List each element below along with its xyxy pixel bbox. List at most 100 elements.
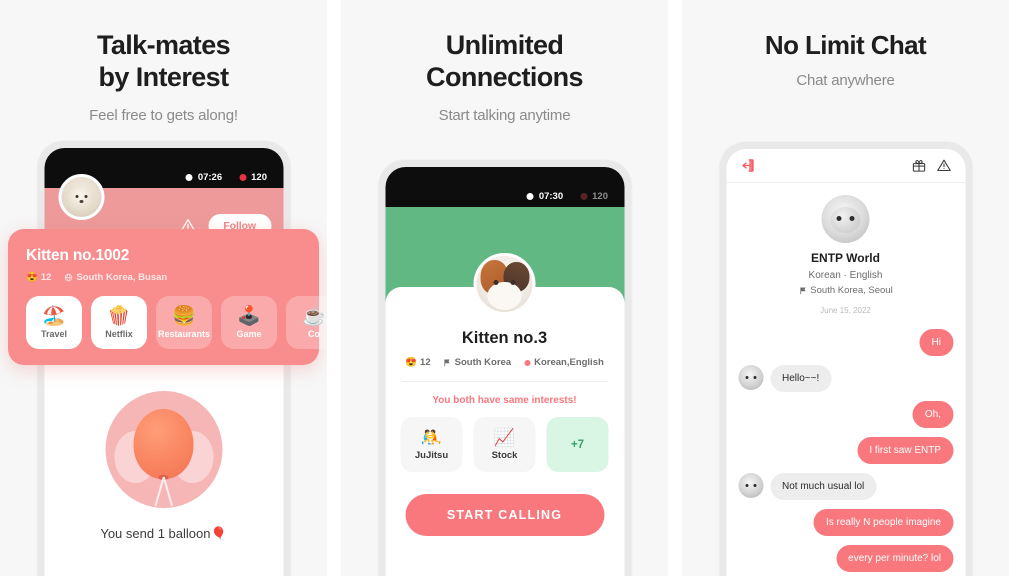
balloon-string-a [154,476,165,507]
store-screenshot-gallery: Talk-mates by Interest Feel free to gets… [0,0,1024,576]
smiley-emoji-icon: 😍 [405,357,418,368]
chat-message-row: Oh, [738,401,953,428]
cat-face-shape [830,206,861,233]
panel-2-title: Unlimited Connections [341,30,668,94]
cat-eye-left [493,279,499,285]
avatar [473,253,536,315]
panel-2-heading: Unlimited Connections Start talking anyt… [341,0,668,124]
panel-3-heading: No Limit Chat Chat anywhere [682,0,1009,89]
same-interests-note: You both have same interests! [432,395,577,406]
chat-header-actions [911,158,951,173]
exit-door-icon[interactable] [740,158,755,173]
gift-icon[interactable] [911,158,926,173]
interest-chip-netflix[interactable]: 🍿 Netflix [91,296,147,349]
chat-partner-location-value: South Korea, Seoul [810,285,893,296]
avatar [821,195,870,243]
warning-triangle-icon[interactable] [936,158,951,173]
match-languages-value: Korean,English [534,357,604,368]
shared-interest-more[interactable]: +7 [546,417,609,472]
dog-face-shape [68,186,94,211]
chat-partner-location: South Korea, Seoul [726,285,965,296]
avatar [738,473,763,498]
status-time-group-1: 07:26 [185,172,222,183]
match-meta: 😍 12 South Korea Korean,English [385,357,624,368]
panel-3-title-line1: No Limit Chat [764,30,927,60]
popcorn-emoji-icon: 🍿 [107,305,131,327]
balloon-section: You send 1 balloon🎈 [37,391,290,542]
panel-divider-1 [327,0,341,576]
flag-icon [444,358,450,367]
panel-3-subtitle: Chat anywhere [796,71,895,89]
cat-eye-right [753,376,756,379]
point-dot-icon [580,193,588,200]
chat-message-row: Hi [738,329,953,356]
phone-mockup-2: 07:30 120 Kitten no.3 😍 12 South Korea K… [378,160,631,576]
chat-bubble-incoming[interactable]: Not much usual lol [770,473,877,500]
balloon-string-b [162,476,173,507]
globe-icon [65,273,73,282]
status-count-2: 120 [592,191,608,202]
panel-1-subtitle: Feel free to gets along! [89,106,238,124]
chat-partner-languages: Korean · English [808,270,883,281]
profile-age-value: 12 [40,272,52,283]
chat-bubble-outgoing[interactable]: Oh, [912,401,953,428]
interest-chip-game[interactable]: 🕹️ Game [221,296,277,349]
phone-screen-3: ENTP World Korean · English South Korea,… [726,149,965,576]
chat-partner-profile: ENTP World Korean · English South Korea,… [726,183,965,323]
burger-emoji-icon: 🍔 [172,305,196,327]
chat-message-row: Is really N people imagine [738,509,953,536]
chat-partner-name: ENTP World [811,251,880,265]
shared-interest-more-count: +7 [570,438,585,451]
chat-bubble-incoming[interactable]: Hello~~! [770,365,832,392]
panel-1-heading: Talk-mates by Interest Feel free to gets… [0,0,327,124]
profile-meta: 😍 12 South Korea, Busan [26,272,319,283]
balloon-emoji-icon: 🎈 [210,526,227,541]
match-age-value: 12 [420,357,431,368]
avatar [738,365,763,390]
match-age: 😍 12 [405,357,430,368]
smiley-emoji-icon: 😍 [26,272,38,283]
match-country-value: South Korea [454,357,512,368]
avatar [58,174,104,220]
shared-interest-stock[interactable]: 📈 Stock [473,417,536,472]
interest-chip-restaurants[interactable]: 🍔 Restaurants [156,296,212,349]
interest-chip-label: Game [236,328,262,339]
interest-chip-label: Co [308,328,320,339]
interest-chip-label: Restaurants [157,328,211,339]
shared-interest-list: 🤼 JuJitsu 📈 Stock +7 [385,417,624,472]
chat-bubble-outgoing[interactable]: Hi [919,329,953,356]
chat-message-row: Not much usual lol [738,473,953,500]
screenshot-panel-2: Unlimited Connections Start talking anyt… [341,0,668,576]
interest-chip-coffee[interactable]: ☕ Co [286,296,327,349]
cat-muzzle [487,281,522,310]
point-dot-icon [239,174,247,181]
panel-1-title: Talk-mates by Interest [0,30,327,94]
interest-chip-list: 🏖️ Travel 🍿 Netflix 🍔 Restaurants 🕹️ Gam… [26,296,327,349]
language-dot-icon [524,359,531,366]
chat-bubble-outgoing[interactable]: every per minute? lol [836,545,953,572]
start-calling-button[interactable]: START CALLING [405,494,604,536]
phone-mockup-3: ENTP World Korean · English South Korea,… [719,142,972,576]
cat-eye-right [849,216,855,222]
status-count-1: 120 [251,172,267,183]
screenshot-panel-3: No Limit Chat Chat anywhere ENTP World K… [682,0,1009,576]
profile-interest-card[interactable]: Kitten no.1002 😍 12 South Korea, Busan 🏖… [8,229,327,365]
status-count-group-1: 120 [239,172,267,183]
status-time-group-2: 07:30 [526,191,564,202]
cat-eye-right [753,484,756,487]
chart-up-emoji-icon: 📈 [493,427,516,447]
profile-location: South Korea, Busan [64,272,167,283]
screenshot-panel-1: Talk-mates by Interest Feel free to gets… [0,0,327,576]
match-profile-card: Kitten no.3 😍 12 South Korea Korean,Engl… [385,253,624,550]
balloon-caption: You send 1 balloon🎈 [37,526,290,542]
chat-bubble-outgoing[interactable]: I first saw ENTP [857,437,953,464]
interest-chip-travel[interactable]: 🏖️ Travel [26,296,82,349]
shared-interest-label: JuJitsu [414,449,449,461]
chat-date-separator: June 15, 2022 [820,306,871,315]
panel-divider-2 [668,0,682,576]
shared-interest-jujitsu[interactable]: 🤼 JuJitsu [400,417,463,472]
profile-age: 😍 12 [26,272,51,283]
status-time-2: 07:30 [538,191,564,202]
chat-bubble-outgoing[interactable]: Is really N people imagine [813,509,953,536]
joystick-emoji-icon: 🕹️ [237,305,261,327]
